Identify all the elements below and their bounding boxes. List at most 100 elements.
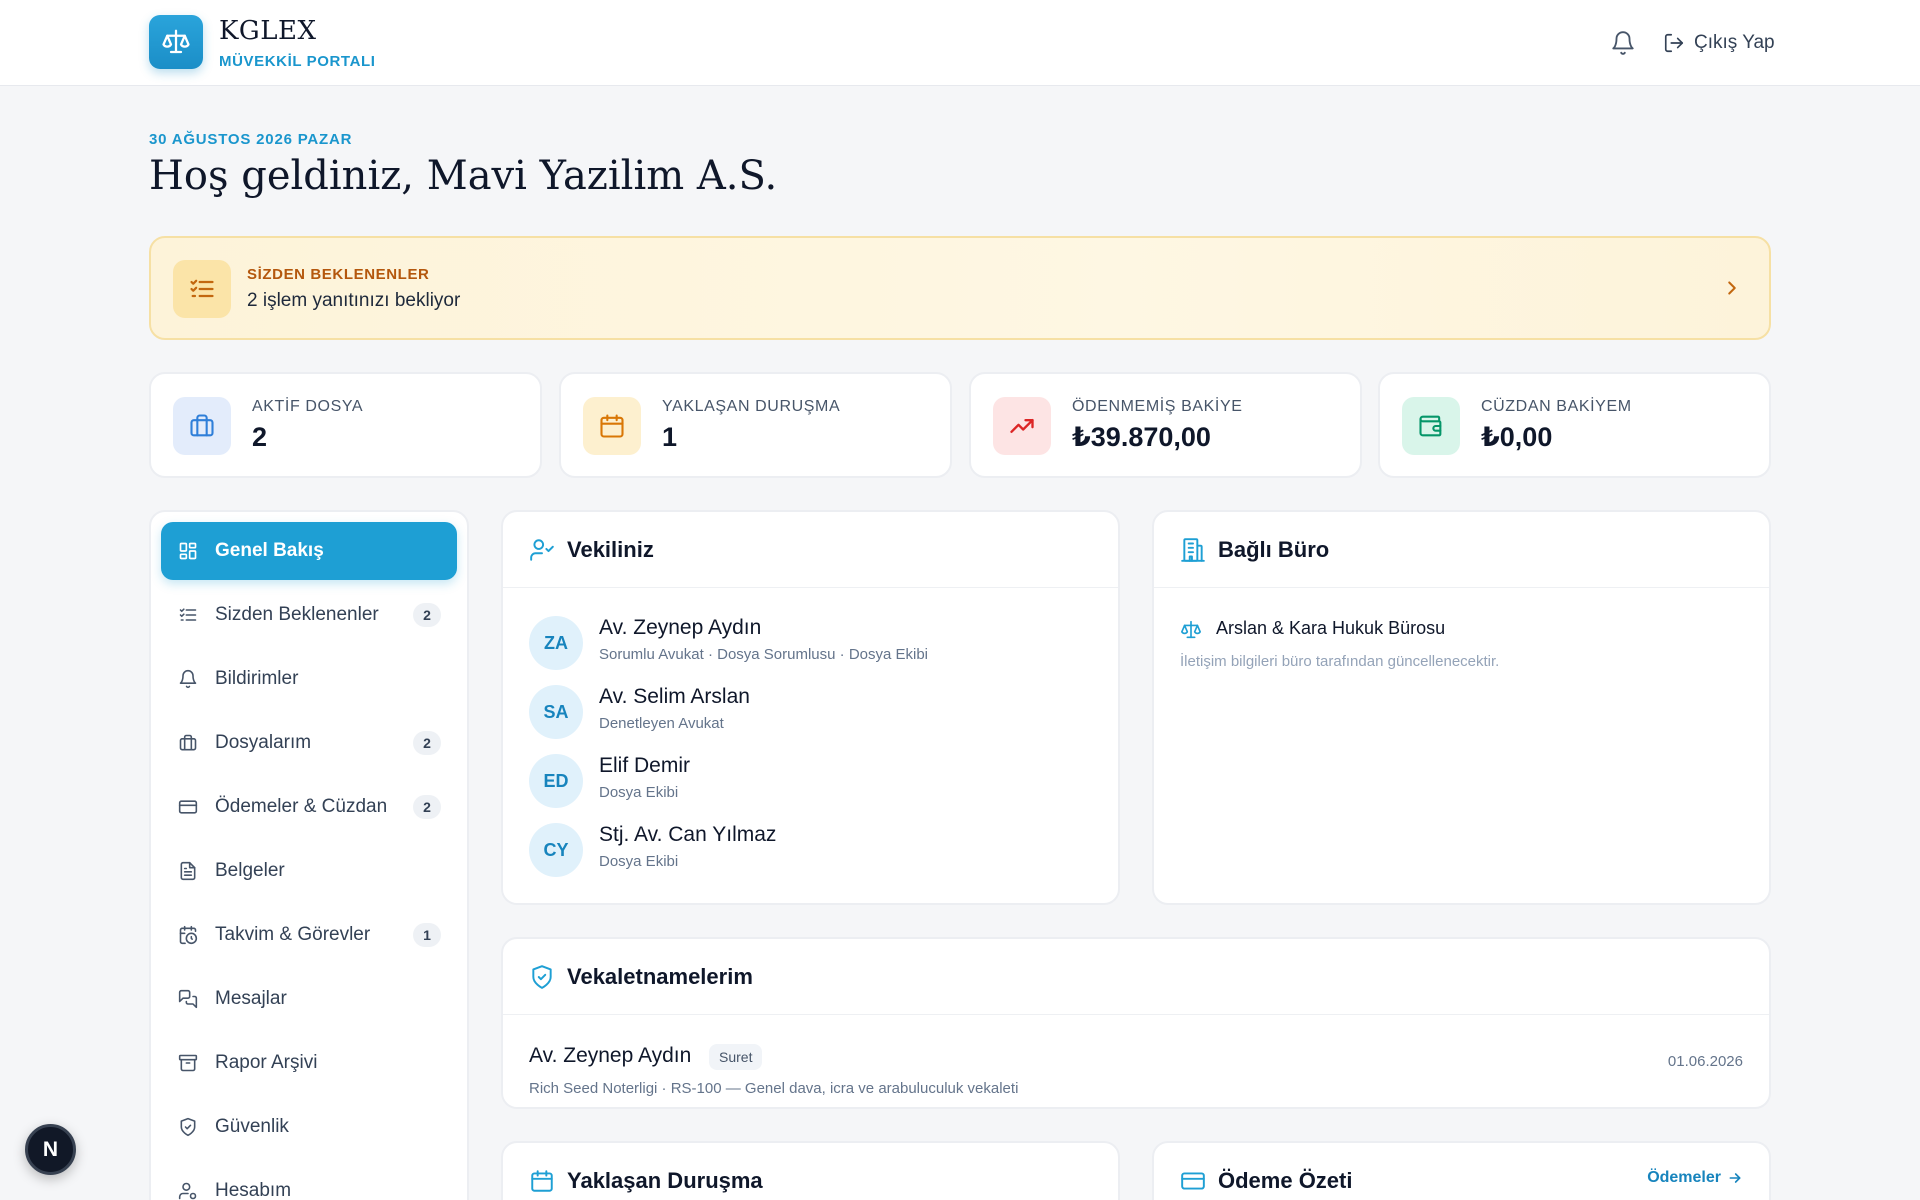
calendar-icon xyxy=(583,397,641,455)
sidebar-item-documents[interactable]: Belgeler xyxy=(161,842,457,900)
list-check-icon xyxy=(173,260,231,318)
sidebar-item-security[interactable]: Güvenlik xyxy=(161,1098,457,1156)
stat-value: 1 xyxy=(662,422,678,452)
calendar-clock-icon xyxy=(177,924,199,946)
brand-subtitle: MÜVEKKİL PORTALI xyxy=(219,53,376,70)
stat-label: YAKLAŞAN DURUŞMA xyxy=(662,398,841,415)
sidebar-item-label: Güvenlik xyxy=(215,1116,289,1137)
panel-title: Ödeme Özeti xyxy=(1218,1167,1353,1193)
top-header: KGLEX MÜVEKKİL PORTALI Çıkış Yap xyxy=(0,0,1920,86)
logout-button[interactable]: Çıkış Yap xyxy=(1663,29,1775,57)
representative-name: Elif Demir xyxy=(599,754,691,777)
pending-text: 2 işlem yanıtınızı bekliyor xyxy=(247,290,461,311)
briefcase-icon xyxy=(173,397,231,455)
credit-card-icon xyxy=(1180,1168,1206,1194)
list-check-icon xyxy=(177,604,199,626)
sidebar-item-payments[interactable]: Ödemeler & Cüzdan 2 xyxy=(161,778,457,836)
representatives-panel: Vekiliniz ZA Av. Zeynep Aydın Sorumlu Av… xyxy=(501,510,1120,905)
representative-name: Av. Selim Arslan xyxy=(599,685,750,708)
representative-item[interactable]: CY Stj. Av. Can Yılmaz Dosya Ekibi xyxy=(529,821,1089,879)
sidebar-item-report-archive[interactable]: Rapor Arşivi xyxy=(161,1034,457,1092)
sidebar-item-label: Belgeler xyxy=(215,860,285,881)
count-badge: 1 xyxy=(413,923,441,947)
credit-card-icon xyxy=(177,796,199,818)
payments-link-label: Ödemeler xyxy=(1647,1169,1721,1186)
powers-of-attorney-panel: Vekaletnamelerim Av. Zeynep Aydın Suret … xyxy=(501,937,1771,1109)
stat-label: AKTİF DOSYA xyxy=(252,398,364,415)
bureau-panel: Bağlı Büro Arslan & Kara Hukuk Bürosu İl… xyxy=(1152,510,1771,905)
stat-label: ÖDENMEMİŞ BAKİYE xyxy=(1072,398,1243,415)
representative-role: Denetleyen Avukat xyxy=(599,715,724,732)
sidebar-item-messages[interactable]: Mesajlar xyxy=(161,970,457,1028)
sidebar-item-overview[interactable]: Genel Bakış xyxy=(161,522,457,580)
count-badge: 2 xyxy=(413,795,441,819)
sidebar-item-label: Ödemeler & Cüzdan xyxy=(215,796,388,817)
sidebar-item-account[interactable]: Hesabım xyxy=(161,1162,457,1200)
sidebar-item-label: Bildirimler xyxy=(215,668,299,689)
sidebar-item-pending[interactable]: Sizden Beklenenler 2 xyxy=(161,586,457,644)
user-icon xyxy=(177,1180,199,1200)
sidebar-item-label: Hesabım xyxy=(215,1180,292,1200)
avatar: CY xyxy=(529,823,583,877)
representative-role: Dosya Ekibi xyxy=(599,853,679,870)
poa-date: 01.06.2026 xyxy=(1667,1053,1743,1070)
representative-name: Stj. Av. Can Yılmaz xyxy=(599,823,777,846)
sidebar-item-label: Mesajlar xyxy=(215,988,287,1009)
sidebar-item-notifications[interactable]: Bildirimler xyxy=(161,650,457,708)
count-badge: 2 xyxy=(413,731,441,755)
payments-link[interactable]: Ödemeler xyxy=(1647,1169,1743,1187)
avatar: ED xyxy=(529,754,583,808)
poa-lawyer-name[interactable]: Av. Zeynep Aydın xyxy=(529,1044,691,1068)
panel-header: Vekaletnamelerim xyxy=(503,939,1769,1015)
document-icon xyxy=(177,860,199,882)
representative-item[interactable]: SA Av. Selim Arslan Denetleyen Avukat xyxy=(529,683,1089,741)
archive-icon xyxy=(177,1052,199,1074)
scales-logo-icon[interactable] xyxy=(149,15,203,69)
arrow-right-icon xyxy=(1727,1170,1743,1186)
building-icon xyxy=(1180,537,1206,563)
stat-label: CÜZDAN BAKİYEM xyxy=(1481,398,1632,415)
sidebar-item-calendar[interactable]: Takvim & Görevler 1 xyxy=(161,906,457,964)
calendar-icon xyxy=(529,1168,555,1194)
sidebar-item-label: Rapor Arşivi xyxy=(215,1052,318,1073)
panel-header: Bağlı Büro xyxy=(1154,512,1769,588)
representative-role: Sorumlu Avukat · Dosya Sorumlusu · Dosya… xyxy=(599,646,929,663)
sidebar-item-label: Sizden Beklenenler xyxy=(215,604,379,625)
stat-value: 2 xyxy=(252,422,268,452)
pending-actions-banner[interactable]: SİZDEN BEKLENENLER 2 işlem yanıtınızı be… xyxy=(149,236,1771,340)
avatar: SA xyxy=(529,685,583,739)
trending-up-icon xyxy=(993,397,1051,455)
brand-name: KGLEX xyxy=(219,16,317,46)
payment-summary-panel: Ödeme Özeti Ödemeler xyxy=(1152,1141,1771,1200)
grid-icon xyxy=(177,540,199,562)
dev-tools-button[interactable]: N xyxy=(25,1124,76,1175)
current-date: 30 AĞUSTOS 2026 PAZAR xyxy=(149,131,353,148)
representative-item[interactable]: ZA Av. Zeynep Aydın Sorumlu Avukat · Dos… xyxy=(529,614,1089,672)
sidebar-item-files[interactable]: Dosyalarım 2 xyxy=(161,714,457,772)
pending-title: SİZDEN BEKLENENLER xyxy=(247,266,430,283)
panel-title: Bağlı Büro xyxy=(1218,536,1330,562)
chevron-right-icon xyxy=(1721,277,1743,299)
shield-icon xyxy=(177,1116,199,1138)
sidebar-item-label: Genel Bakış xyxy=(215,540,324,561)
stat-card-active-files[interactable]: AKTİF DOSYA 2 xyxy=(149,372,542,478)
stat-card-unpaid-balance[interactable]: ÖDENMEMİŞ BAKİYE ₺39.870,00 xyxy=(969,372,1362,478)
representative-role: Dosya Ekibi xyxy=(599,784,679,801)
avatar: ZA xyxy=(529,616,583,670)
stat-value: ₺39.870,00 xyxy=(1072,422,1211,452)
bureau-note: İletişim bilgileri büro tarafından günce… xyxy=(1180,653,1500,670)
panel-title: Vekaletnamelerim xyxy=(567,963,753,989)
briefcase-icon xyxy=(177,732,199,754)
panel-title: Yaklaşan Duruşma xyxy=(567,1167,763,1193)
count-badge: 2 xyxy=(413,603,441,627)
stat-card-wallet-balance[interactable]: CÜZDAN BAKİYEM ₺0,00 xyxy=(1378,372,1771,478)
stat-card-upcoming-hearing[interactable]: YAKLAŞAN DURUŞMA 1 xyxy=(559,372,952,478)
panel-header: Vekiliniz xyxy=(503,512,1118,588)
user-check-icon xyxy=(529,537,555,563)
bureau-name: Arslan & Kara Hukuk Bürosu xyxy=(1216,618,1446,638)
representative-name: Av. Zeynep Aydın xyxy=(599,616,762,639)
messages-icon xyxy=(177,988,199,1010)
representative-item[interactable]: ED Elif Demir Dosya Ekibi xyxy=(529,752,1089,810)
notifications-bell-icon[interactable] xyxy=(1610,30,1636,56)
logout-icon xyxy=(1663,32,1685,54)
